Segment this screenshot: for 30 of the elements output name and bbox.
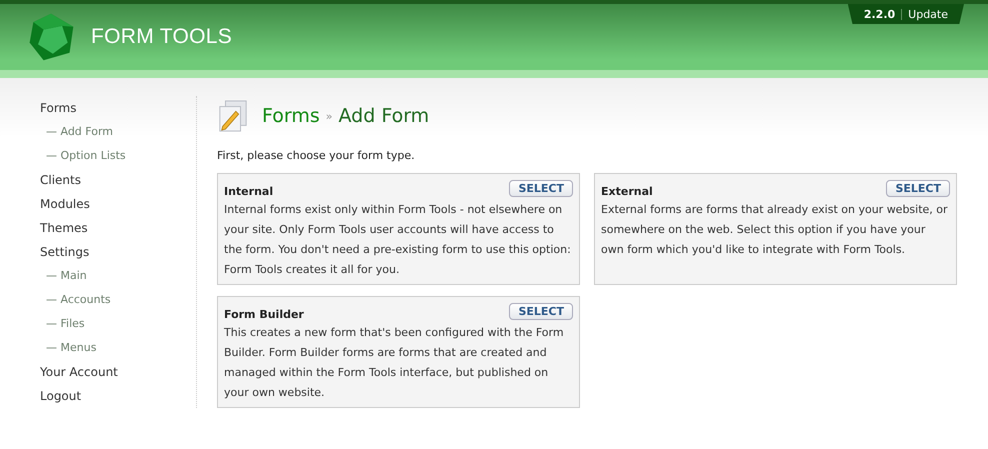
card-title: External [601, 185, 653, 198]
page-title: Add Form [338, 105, 430, 127]
update-link[interactable]: Update [908, 8, 948, 20]
card-description: Internal forms exist only within Form Tools - not elsewhere on your site. Only Form Tools user accounts will have access to the form. You don't need a pre-existing form to use this option: Form Tools creates it all for you. [224, 202, 572, 278]
sidebar-subitem[interactable]: — Menus [40, 336, 96, 360]
sidebar-item[interactable]: Modules [40, 192, 90, 216]
select-button[interactable]: SELECT [886, 180, 950, 197]
sidebar-item[interactable]: Settings [40, 240, 90, 264]
sidebar-item[interactable]: Logout [40, 384, 82, 408]
sidebar-item[interactable]: Your Account [40, 360, 118, 384]
app-title: FORM TOOLS [91, 25, 232, 49]
sidebar-subitem[interactable]: — Files [40, 312, 85, 336]
sidebar-subitem[interactable]: — Option Lists [40, 144, 126, 168]
document-pencil-icon [217, 99, 249, 133]
card-description: This creates a new form that's been configured with the Form Builder. Form Builder forms are forms that are created and managed within the Form Tools interface, but published on your own website. [224, 325, 565, 401]
card-title: Internal [224, 185, 274, 198]
intro-text: First, please choose your form type. [217, 149, 416, 162]
version-number: 2.2.0 [864, 8, 896, 20]
breadcrumb-separator: » [326, 110, 332, 122]
sidebar-subitem[interactable]: — Main [40, 264, 87, 288]
select-button[interactable]: SELECT [509, 303, 573, 320]
breadcrumb-link[interactable]: Forms [262, 105, 320, 127]
sidebar-item[interactable]: Clients [40, 168, 81, 192]
select-button[interactable]: SELECT [509, 180, 573, 197]
sidebar-subitem[interactable]: — Add Form [40, 120, 113, 144]
card-title: Form Builder [224, 308, 304, 321]
card-description: External forms are forms that already exist on your website, or somewhere on the web. Select this option if you have your own form which you'd like to integrate with Form Tools. [601, 202, 949, 258]
sidebar-subitem[interactable]: — Accounts [40, 288, 111, 312]
sidebar-item[interactable]: Themes [40, 216, 88, 240]
sidebar-item[interactable]: Forms [40, 96, 76, 120]
